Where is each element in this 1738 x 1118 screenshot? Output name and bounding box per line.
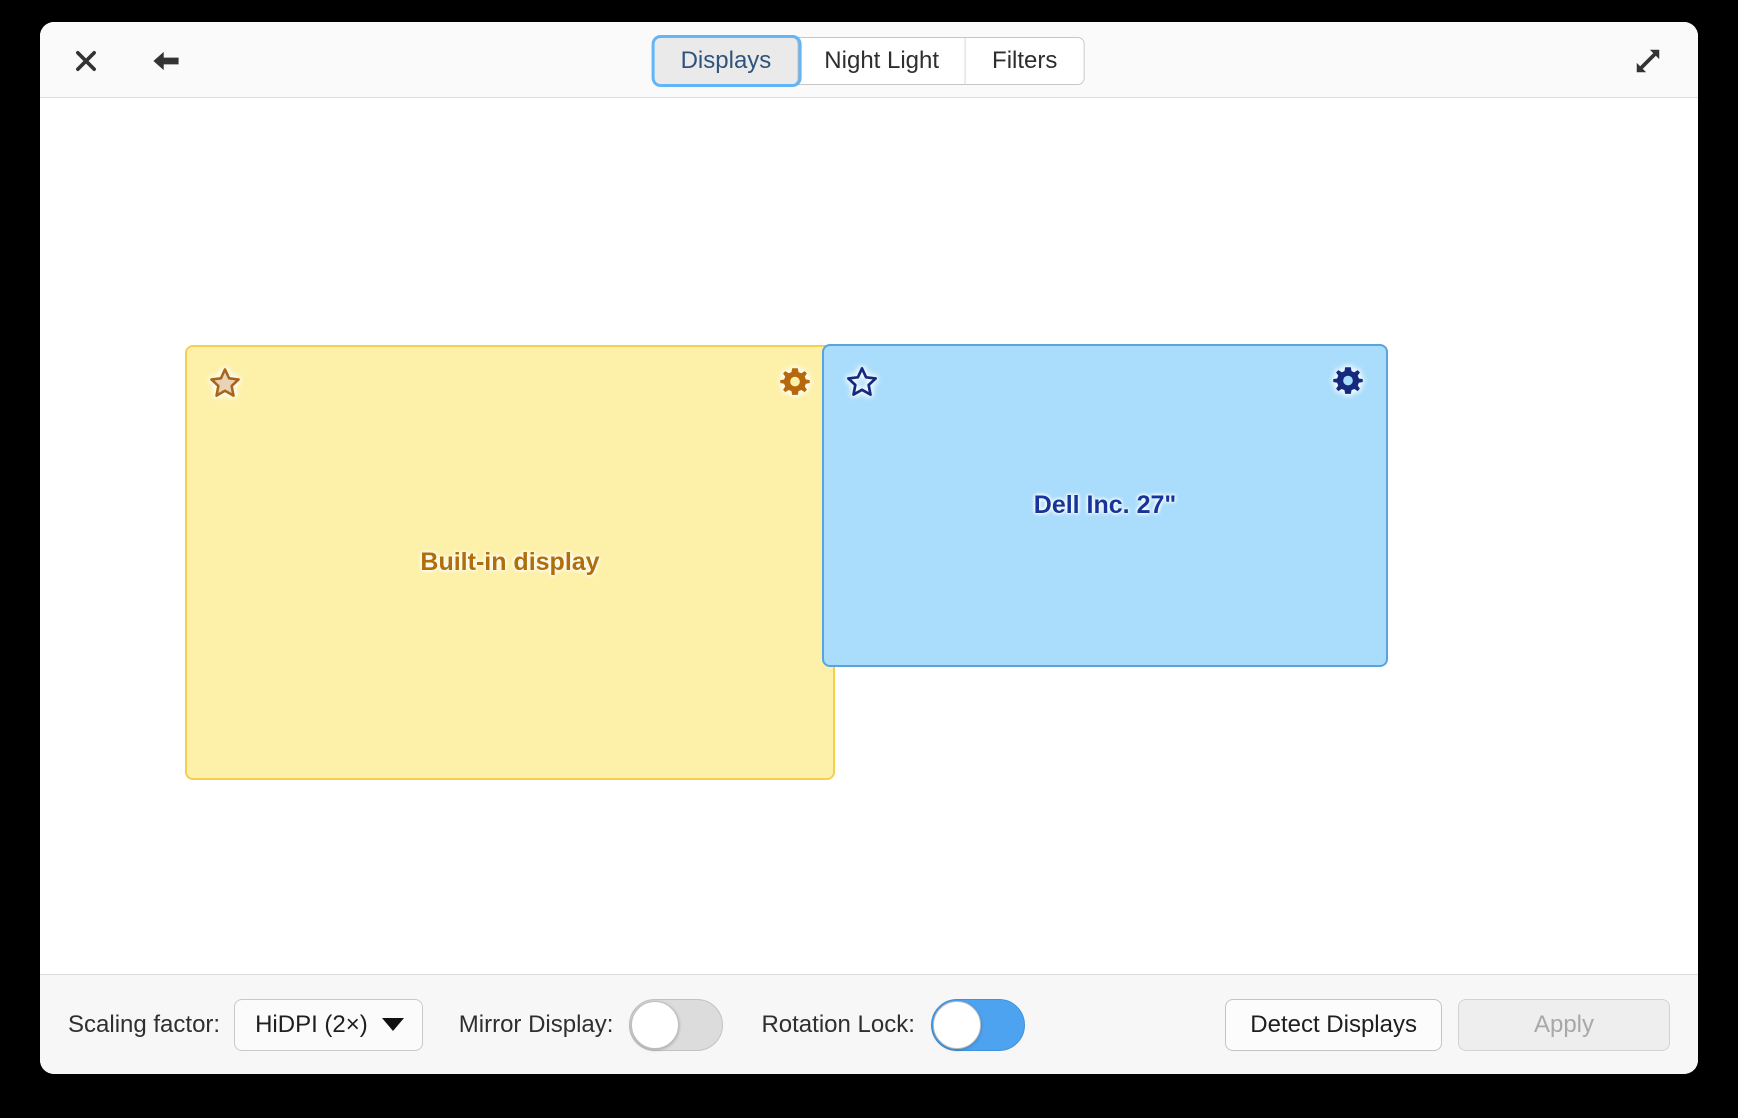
back-arrow-icon	[153, 51, 179, 71]
detect-displays-button[interactable]: Detect Displays	[1225, 998, 1442, 1051]
back-button[interactable]	[138, 42, 194, 80]
close-button[interactable]	[58, 42, 114, 80]
scaling-factor-label: Scaling factor:	[68, 1010, 221, 1038]
tab-filters[interactable]: Filters	[966, 38, 1084, 84]
display-label-builtin: Built-in display	[420, 548, 600, 576]
tab-night-light[interactable]: Night Light	[798, 38, 967, 84]
mirror-display-label: Mirror Display:	[458, 1010, 614, 1038]
rotation-lock-group: Rotation Lock:	[761, 998, 1025, 1051]
settings-gear-button-builtin[interactable]	[777, 365, 813, 401]
display-box-builtin[interactable]: Built-in display	[185, 345, 835, 780]
displays-settings-window: Displays Night Light Filters Built-in di…	[40, 22, 1698, 1074]
star-outline-icon	[210, 368, 240, 397]
rotation-lock-label: Rotation Lock:	[761, 1010, 915, 1038]
expand-diagonal-icon	[1636, 49, 1660, 73]
window-header: Displays Night Light Filters	[40, 22, 1698, 98]
window-footer: Scaling factor: HiDPI (2×) Mirror Displa…	[40, 974, 1698, 1074]
display-box-external[interactable]: Dell Inc. 27"	[822, 344, 1388, 667]
chevron-down-icon	[381, 1018, 404, 1031]
primary-star-button-external[interactable]	[844, 364, 880, 400]
scaling-factor-value: HiDPI (2×)	[255, 1010, 368, 1038]
close-icon	[76, 51, 96, 71]
settings-gear-button-external[interactable]	[1330, 364, 1366, 400]
mirror-display-toggle[interactable]	[629, 998, 724, 1051]
scaling-factor-select[interactable]: HiDPI (2×)	[234, 998, 423, 1051]
primary-star-button-builtin[interactable]	[207, 365, 243, 401]
gear-icon	[780, 368, 810, 395]
tab-displays[interactable]: Displays	[654, 38, 799, 84]
toggle-knob	[631, 1000, 680, 1049]
display-arrangement-canvas[interactable]: Built-in display Dell Inc. 27"	[40, 98, 1698, 974]
mirror-display-group: Mirror Display:	[458, 998, 724, 1051]
display-label-external: Dell Inc. 27"	[1033, 491, 1177, 519]
expand-button[interactable]	[1620, 42, 1676, 80]
star-outline-icon	[847, 367, 877, 396]
toggle-knob	[932, 1000, 981, 1049]
view-tabs[interactable]: Displays Night Light Filters	[653, 37, 1085, 85]
rotation-lock-toggle[interactable]	[930, 998, 1025, 1051]
gear-icon	[1333, 367, 1363, 394]
apply-button: Apply	[1458, 998, 1670, 1051]
